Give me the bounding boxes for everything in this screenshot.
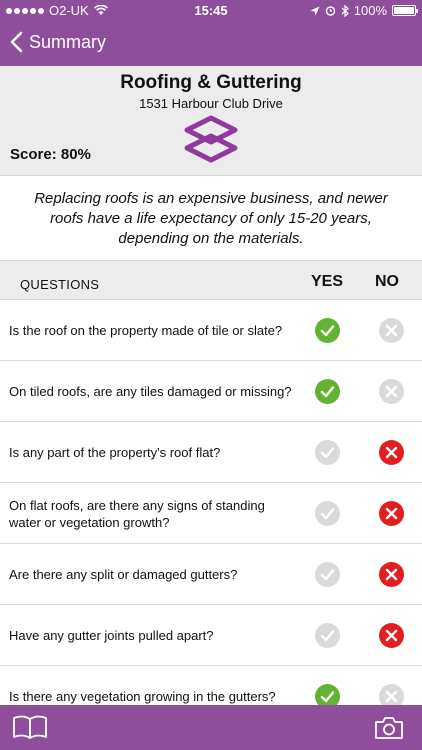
yes-button[interactable] [315,684,340,705]
no-column-label: NO [375,273,399,290]
question-text: Is any part of the property's roof flat? [9,445,221,460]
question-text: On tiled roofs, are any tiles damaged or… [9,384,292,399]
layers-icon [184,115,238,163]
check-icon [320,325,335,337]
bluetooth-icon [341,4,349,17]
yes-button[interactable] [315,379,340,404]
battery-icon [392,5,418,16]
check-icon [320,569,335,581]
close-icon [385,690,398,703]
question-row: Is any part of the property's roof flat? [0,422,422,483]
question-row: On tiled roofs, are any tiles damaged or… [0,361,422,422]
battery-percent: 100% [353,3,387,18]
camera-icon[interactable] [374,716,404,740]
no-button[interactable] [379,562,404,587]
section-header: Roofing & Guttering 1531 Harbour Club Dr… [0,66,422,176]
no-button[interactable] [379,318,404,343]
question-row: Is there any vegetation growing in the g… [0,666,422,705]
status-right: 100% [310,3,418,18]
check-icon [320,508,335,520]
nav-bar: Summary [0,22,422,66]
question-text: Have any gutter joints pulled apart? [9,628,214,643]
yes-column-label: YES [310,273,343,290]
no-button[interactable] [379,623,404,648]
questions-header: QUESTIONS YES NO [0,260,422,300]
chevron-left-icon [10,31,23,53]
section-description: Replacing roofs is an expensive business… [34,190,388,247]
questions-column-label: QUESTIONS [20,277,100,292]
no-button[interactable] [379,440,404,465]
question-row: Have any gutter joints pulled apart? [0,605,422,666]
bottom-toolbar [0,705,422,750]
back-button[interactable]: Summary [10,31,106,53]
question-text: On flat roofs, are there any signs of st… [9,497,265,530]
no-button[interactable] [379,379,404,404]
yes-button[interactable] [315,318,340,343]
question-row: Are there any split or damaged gutters? [0,544,422,605]
question-row: Is the roof on the property made of tile… [0,300,422,361]
check-icon [320,447,335,459]
question-text: Is the roof on the property made of tile… [9,323,283,338]
question-text: Are there any split or damaged gutters? [9,567,238,582]
question-row: On flat roofs, are there any signs of st… [0,483,422,544]
yes-button[interactable] [315,623,340,648]
property-address: 1531 Harbour Club Drive [139,96,283,111]
book-icon[interactable] [12,714,48,740]
status-bar: O2-UK 15:45 100% [0,0,422,22]
page-title: Roofing & Guttering [120,72,302,93]
close-icon [385,507,398,520]
question-text: Is there any vegetation growing in the g… [9,689,276,704]
location-icon [310,6,320,15]
close-icon [385,324,398,337]
yes-button[interactable] [315,501,340,526]
close-icon [385,568,398,581]
close-icon [385,446,398,459]
check-icon [320,691,335,703]
back-label: Summary [29,31,107,52]
yes-button[interactable] [315,440,340,465]
no-button[interactable] [379,684,404,705]
alarm-icon [325,6,335,16]
close-icon [385,385,398,398]
yes-button[interactable] [315,562,340,587]
questions-list[interactable]: Is the roof on the property made of tile… [0,300,422,705]
check-icon [320,630,335,642]
close-icon [385,629,398,642]
score-label: Score: 80% [10,146,91,163]
no-button[interactable] [379,501,404,526]
check-icon [320,386,335,398]
